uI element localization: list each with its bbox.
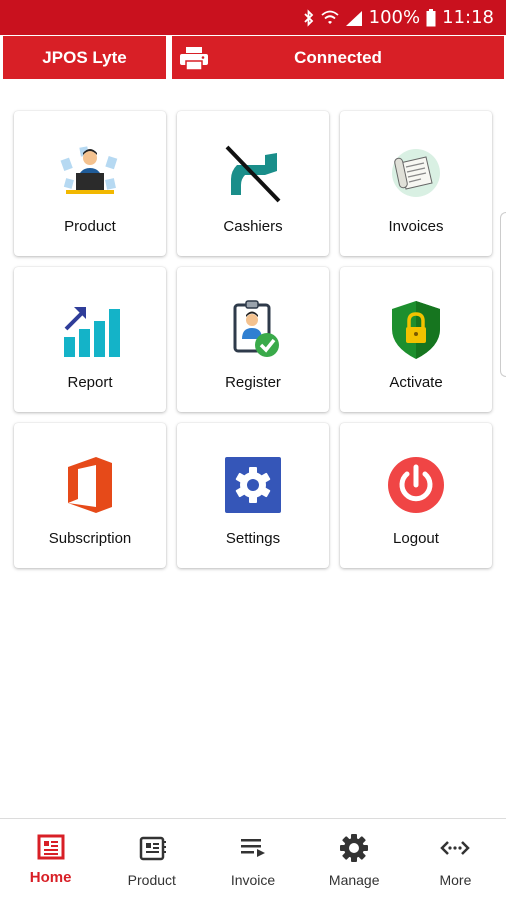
tile-cashiers[interactable]: Cashiers xyxy=(177,111,329,256)
gear-icon xyxy=(340,834,369,862)
tile-label: Activate xyxy=(389,374,443,391)
wifi-icon xyxy=(321,10,339,24)
tile-label: Register xyxy=(225,374,281,391)
nav-invoice[interactable]: Invoice xyxy=(202,819,303,900)
tile-label: Report xyxy=(67,374,113,391)
nav-manage[interactable]: Manage xyxy=(304,819,405,900)
nav-label: Home xyxy=(29,869,72,886)
nav-label: Product xyxy=(127,872,176,888)
tile-invoices[interactable]: Invoices xyxy=(340,111,492,256)
cashiers-icon xyxy=(225,145,281,203)
nav-more[interactable]: More xyxy=(405,819,506,900)
tile-label: Product xyxy=(64,218,116,235)
printer-connection-button[interactable]: Connected xyxy=(172,36,504,79)
nav-label: Invoice xyxy=(230,872,276,888)
nav-label: More xyxy=(439,872,472,888)
signal-icon xyxy=(345,10,362,26)
tile-label: Logout xyxy=(393,530,439,547)
tile-product[interactable]: Product xyxy=(14,111,166,256)
logout-icon xyxy=(388,457,444,513)
edge-panel-handle[interactable] xyxy=(500,212,506,377)
tile-logout[interactable]: Logout xyxy=(340,423,492,568)
bottom-nav: Home Product Invoice Manage More xyxy=(0,818,506,900)
product-nav-icon xyxy=(139,836,166,861)
tile-label: Settings xyxy=(225,530,281,547)
app-title-button[interactable]: JPOS Lyte xyxy=(3,36,166,79)
battery-icon xyxy=(426,8,436,26)
tile-label: Cashiers xyxy=(223,218,283,235)
tile-report[interactable]: Report xyxy=(14,267,166,412)
header-bar: JPOS Lyte Connected xyxy=(0,36,506,81)
tile-register[interactable]: Register xyxy=(177,267,329,412)
invoices-icon xyxy=(392,149,440,197)
tile-settings[interactable]: Settings xyxy=(177,423,329,568)
tile-activate[interactable]: Activate xyxy=(340,267,492,412)
activate-icon xyxy=(392,301,440,359)
nav-home[interactable]: Home xyxy=(0,819,101,900)
nav-label: Manage xyxy=(328,872,380,888)
settings-icon xyxy=(225,457,281,513)
more-code-icon xyxy=(440,841,471,855)
battery-percent: 100% xyxy=(368,7,421,28)
dashboard-grid: Product Cashiers Invoices Report Registe… xyxy=(14,111,494,568)
clock: 11:18 xyxy=(442,7,494,28)
nav-product[interactable]: Product xyxy=(101,819,202,900)
tile-label: Subscription xyxy=(48,530,132,547)
tile-subscription[interactable]: Subscription xyxy=(14,423,166,568)
subscription-icon xyxy=(68,457,112,513)
tile-label: Invoices xyxy=(388,218,444,235)
app-title: JPOS Lyte xyxy=(42,47,127,67)
connection-status: Connected xyxy=(294,47,382,67)
register-icon xyxy=(233,300,279,357)
bluetooth-icon xyxy=(304,8,313,27)
printer-icon xyxy=(180,47,208,71)
status-bar: 100% 11:18 xyxy=(0,0,506,35)
home-icon xyxy=(37,834,65,860)
report-icon xyxy=(64,307,120,357)
product-icon xyxy=(60,146,118,194)
invoice-list-icon xyxy=(241,839,265,857)
